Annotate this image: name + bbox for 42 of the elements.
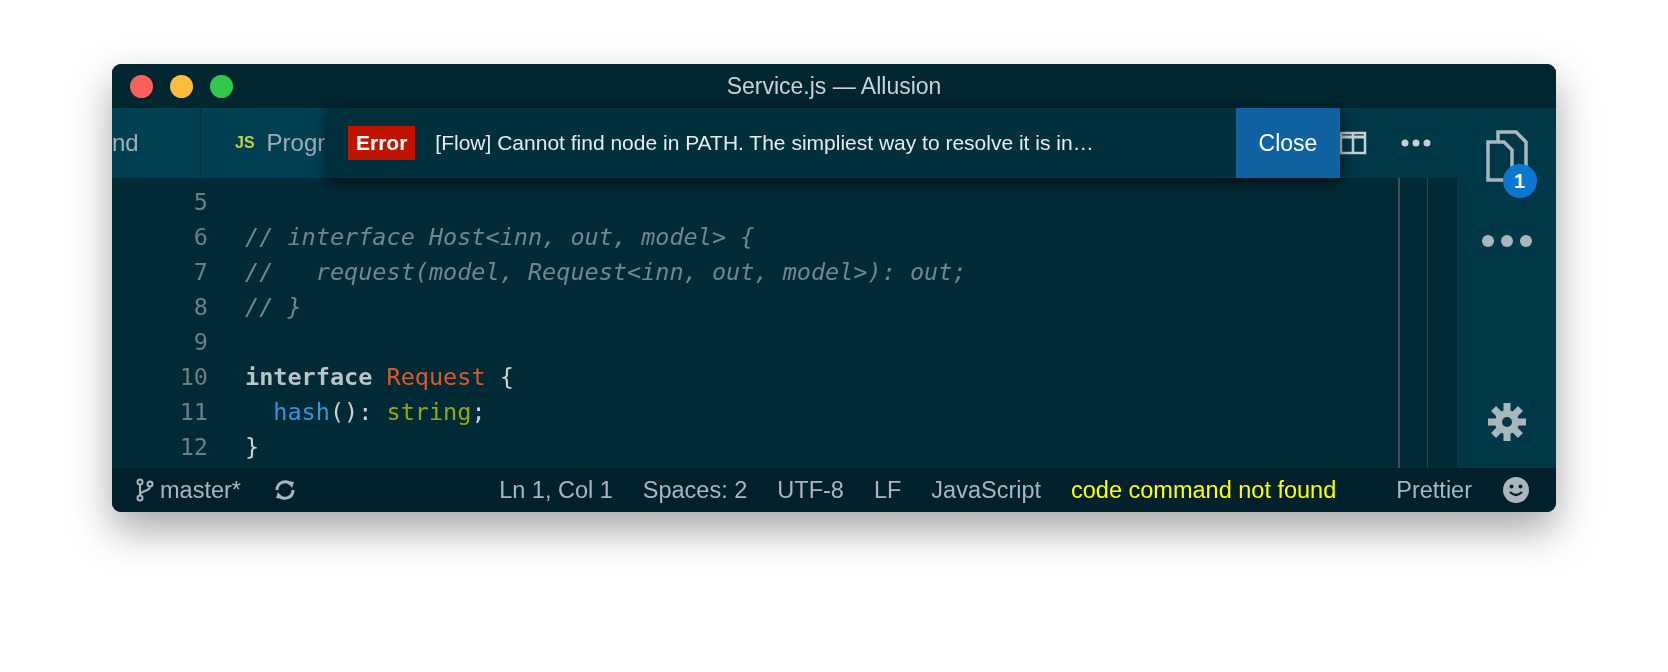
javascript-file-icon: JS (235, 134, 255, 152)
line-number: 7 (192, 257, 208, 286)
status-item[interactable]: Spaces: 2 (642, 476, 748, 504)
notification-count-badge: 1 (1502, 164, 1537, 198)
more-actions-icon[interactable] (1401, 139, 1431, 147)
minimize-window-button[interactable] (170, 74, 193, 98)
code-type: string (386, 397, 472, 426)
close-window-button[interactable] (130, 74, 153, 98)
status-item[interactable]: Ln 1, Col 1 (499, 476, 613, 504)
line-number: 8 (192, 292, 208, 321)
code-punctuation: ; (471, 397, 486, 426)
close-button[interactable]: Close (1236, 108, 1340, 178)
line-number: 9 (192, 327, 208, 356)
notification-message: [Flow] Cannot find node in PATH. The simpliest way to resolve it is in… (435, 131, 1095, 155)
zoom-window-button[interactable] (210, 74, 233, 98)
status-item[interactable]: Prettier (1396, 476, 1472, 504)
status-item[interactable]: code command not found (1071, 476, 1337, 504)
smiley-icon[interactable] (1502, 476, 1530, 504)
line-number: 12 (178, 432, 208, 461)
code-function-name: hash (272, 397, 330, 426)
code-brace: { (499, 362, 514, 391)
line-number: 6 (192, 222, 208, 251)
code-punctuation: (): (329, 397, 373, 426)
error-badge: Error (348, 126, 416, 160)
more-icon[interactable] (1480, 234, 1533, 248)
code-comment: // request(model, Request<inn, out, model>): out; (245, 257, 967, 286)
line-number: 10 (178, 362, 208, 391)
code-comment: // interface Host<inn, out, model> { (245, 222, 755, 251)
code-type-name: Request (386, 362, 486, 391)
editor-tab[interactable]: nd (112, 108, 201, 178)
branch-indicator[interactable]: master* (136, 476, 241, 504)
window-title: Service.js — Allusion (726, 72, 942, 100)
line-number: 5 (192, 187, 208, 216)
status-item[interactable]: LF (873, 476, 902, 504)
code-comment: // } (245, 292, 302, 321)
split-editor-icon[interactable] (1339, 131, 1367, 155)
code-brace: } (245, 432, 260, 461)
code-keyword: interface (245, 362, 373, 391)
status-item[interactable]: UTF-8 (777, 476, 844, 504)
settings-icon[interactable] (1486, 402, 1527, 442)
status-item[interactable]: JavaScript (931, 476, 1042, 504)
line-number: 11 (178, 397, 208, 426)
